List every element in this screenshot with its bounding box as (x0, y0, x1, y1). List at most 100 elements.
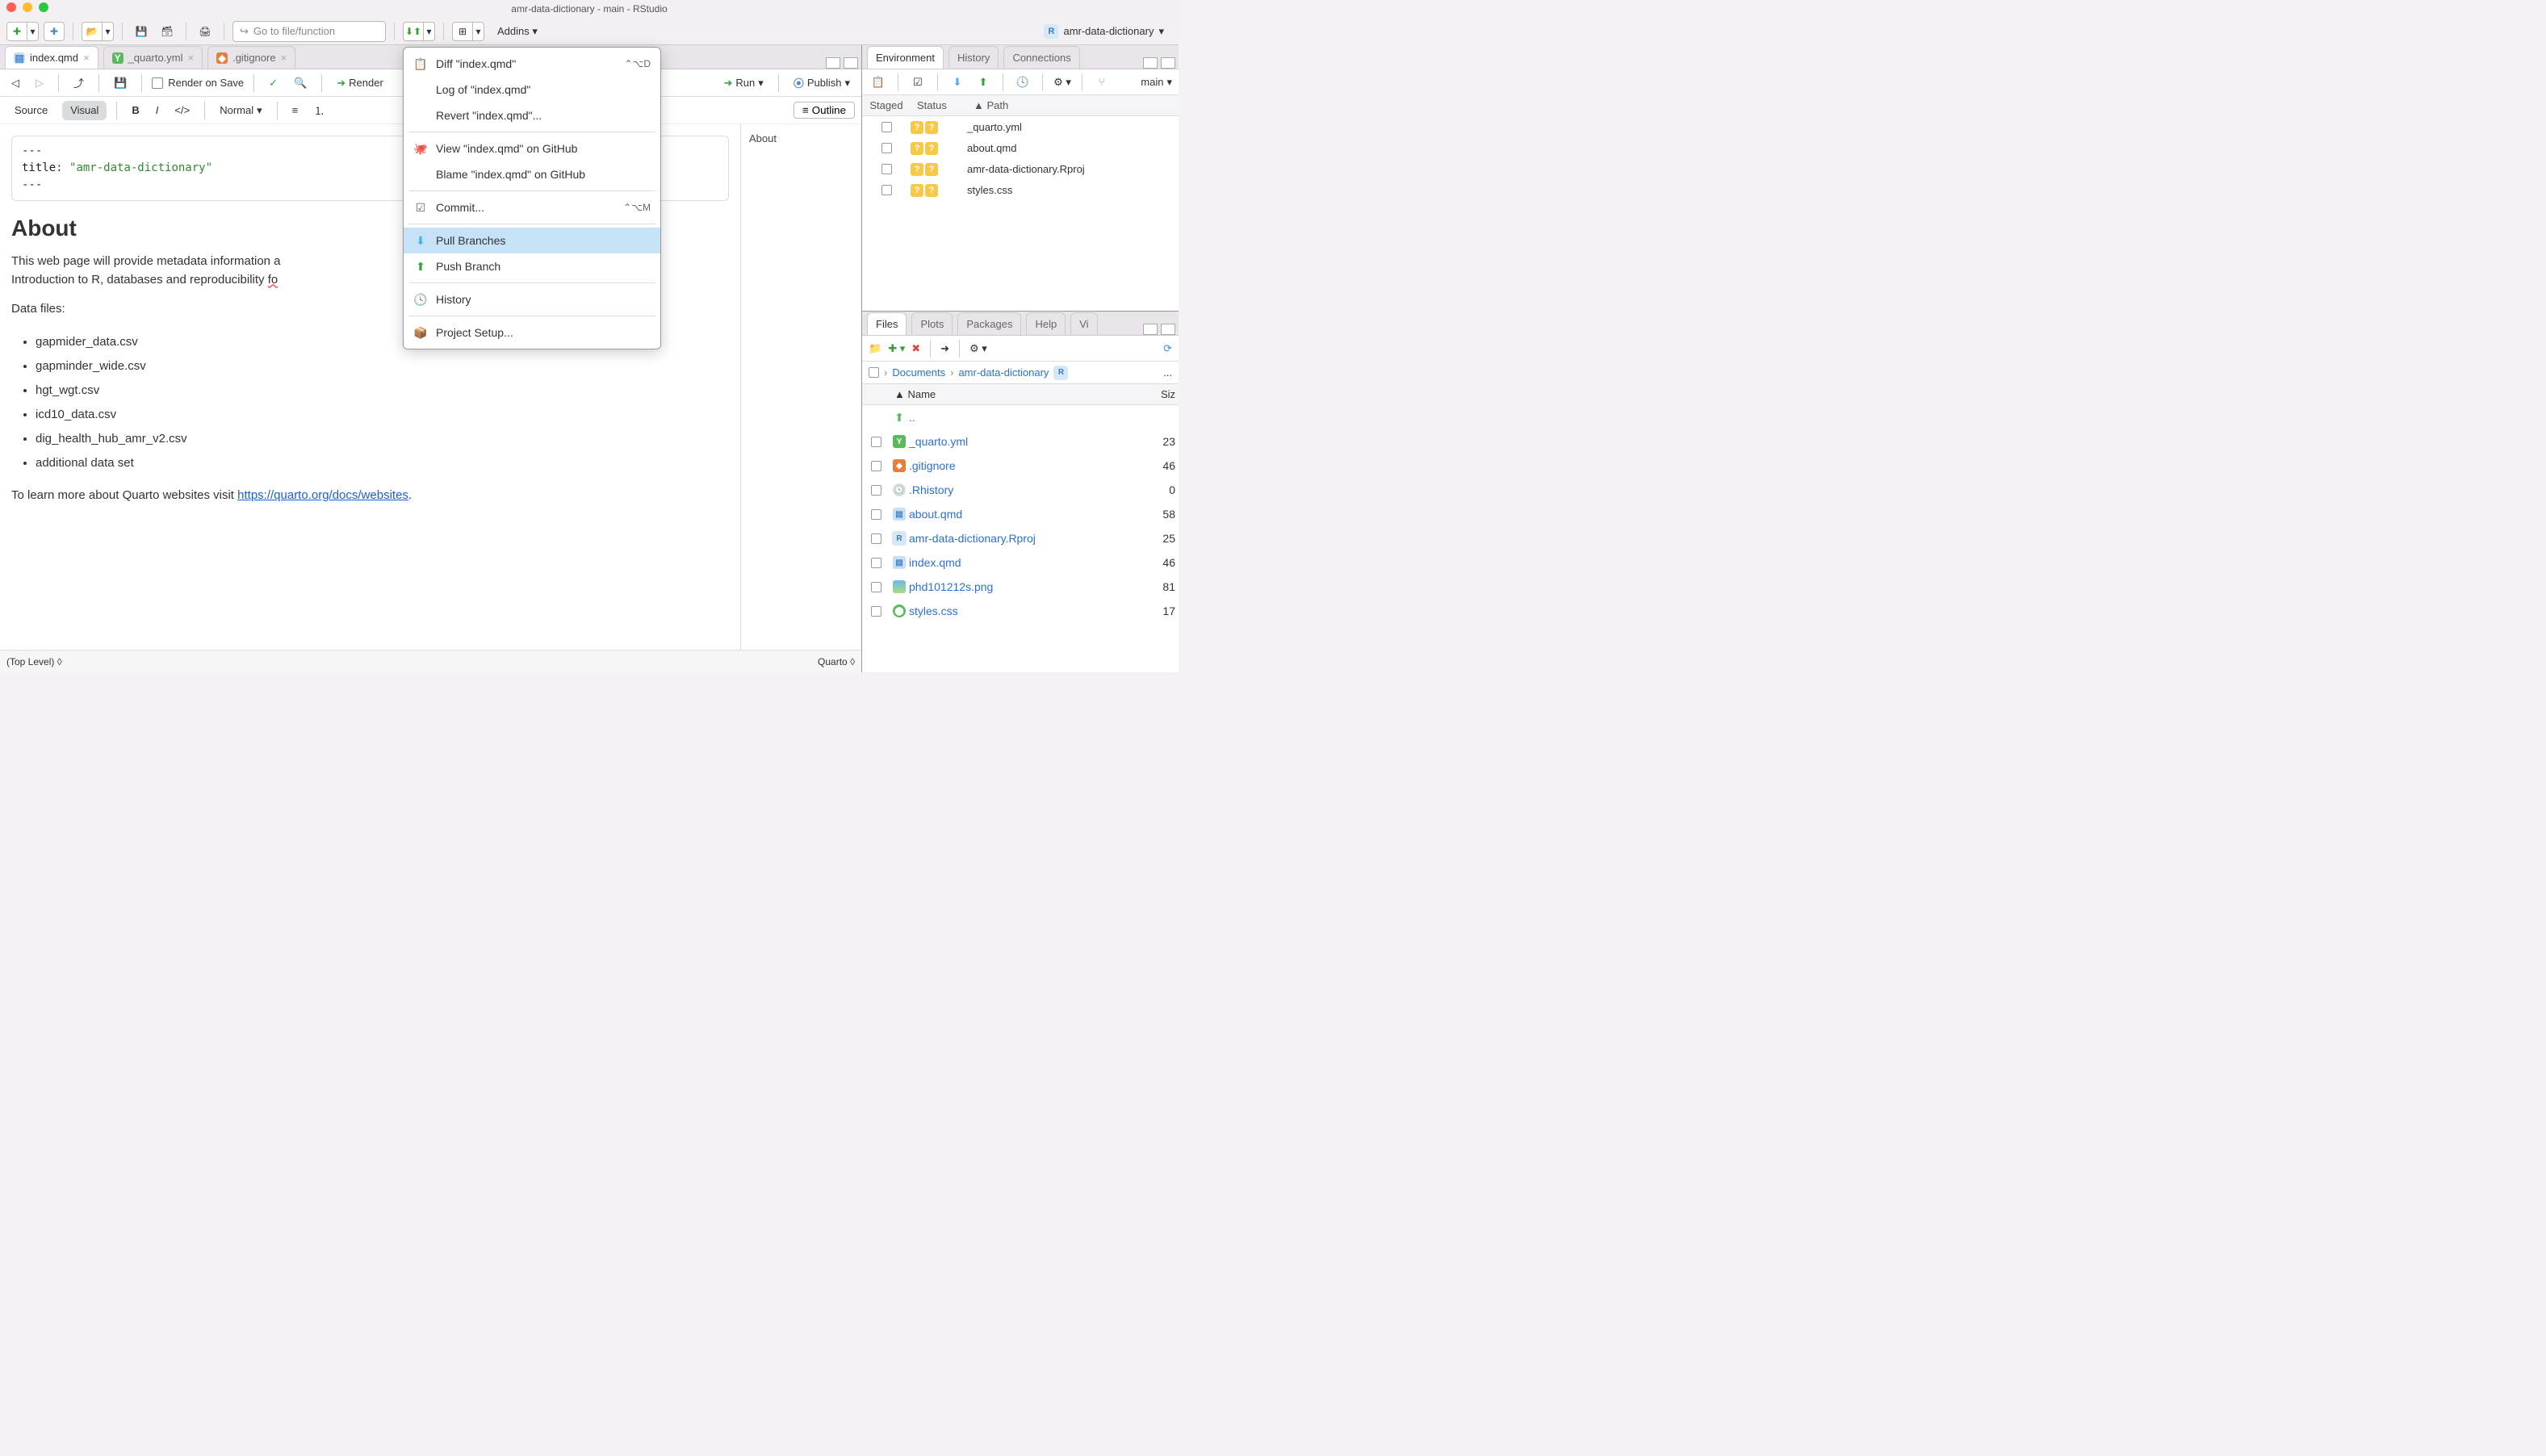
menu-commit[interactable]: ☑Commit...⌃⌥M (404, 195, 660, 220)
maximize-pane-button[interactable] (844, 57, 858, 69)
select-file-checkbox[interactable] (871, 606, 881, 617)
goto-file-function[interactable]: ↪ Go to file/function (232, 21, 386, 42)
tab-files[interactable]: Files (867, 312, 907, 335)
file-row[interactable]: ◆.gitignore46 (862, 454, 1179, 478)
back-button[interactable]: ◁ (6, 73, 24, 93)
minimize-pane-button[interactable] (1143, 57, 1158, 69)
breadcrumb-more[interactable]: ... (1163, 366, 1172, 379)
block-format-dropdown[interactable]: Normal ▾ (215, 101, 266, 120)
breadcrumb-documents[interactable]: Documents (892, 366, 945, 379)
stage-checkbox[interactable] (881, 164, 892, 174)
format-indicator[interactable]: Quarto ◊ (818, 656, 855, 667)
file-row[interactable]: Ramr-data-dictionary.Rproj25 (862, 526, 1179, 550)
render-on-save-checkbox[interactable]: Render on Save (152, 77, 244, 89)
more-git-button[interactable]: ⚙ ▾ (1053, 73, 1072, 91)
stage-checkbox[interactable] (881, 185, 892, 195)
menu-history[interactable]: 🕓History (404, 287, 660, 312)
select-file-checkbox[interactable] (871, 485, 881, 496)
push-button[interactable]: ⬆ (974, 73, 993, 91)
git-row[interactable]: ?? amr-data-dictionary.Rproj (862, 158, 1179, 179)
zoom-window-button[interactable] (39, 2, 48, 12)
new-file-dropdown[interactable]: ▾ (27, 22, 39, 41)
source-mode-button[interactable]: Source (6, 101, 56, 120)
history-button[interactable]: 🕓 (1013, 73, 1032, 91)
paragraph[interactable]: To learn more about Quarto websites visi… (11, 487, 729, 505)
panes-dropdown[interactable]: ▾ (473, 22, 484, 41)
file-row[interactable]: 🕓.Rhistory0 (862, 478, 1179, 502)
col-header-name[interactable]: ▲ Name (890, 388, 1146, 400)
git-button[interactable]: ⬇⬆ (403, 22, 424, 41)
save-button[interactable]: 💾 (131, 22, 152, 41)
save-all-button[interactable]: 🗃 (157, 22, 178, 41)
publish-button[interactable]: ⦿ Publish ▾ (789, 73, 855, 93)
menu-revert[interactable]: Revert "index.qmd"... (404, 103, 660, 128)
minimize-pane-button[interactable] (1143, 324, 1158, 335)
bullet-list-button[interactable]: ≡ (287, 101, 304, 120)
find-replace-button[interactable]: 🔍 (289, 73, 312, 93)
new-file-button[interactable]: ✚ (6, 22, 27, 41)
open-file-button[interactable]: 📂 (82, 22, 103, 41)
list-item[interactable]: icd10_data.csv (36, 403, 729, 427)
close-window-button[interactable] (6, 2, 16, 12)
spellcheck-button[interactable]: ✓ (264, 73, 283, 93)
data-files-list[interactable]: gapmider_data.csv gapminder_wide.csv hgt… (36, 330, 729, 475)
bold-button[interactable]: B (127, 101, 144, 120)
stage-checkbox[interactable] (881, 122, 892, 132)
git-dropdown[interactable]: ▾ (424, 22, 435, 41)
numbered-list-button[interactable]: ⒈ (309, 101, 329, 120)
menu-blame-github[interactable]: Blame "index.qmd" on GitHub (404, 161, 660, 187)
list-item[interactable]: additional data set (36, 451, 729, 475)
select-file-checkbox[interactable] (871, 558, 881, 568)
forward-button[interactable]: ▷ (31, 73, 48, 93)
list-item[interactable]: dig_health_hub_amr_v2.csv (36, 427, 729, 451)
close-tab-icon[interactable]: × (188, 52, 195, 64)
menu-project-setup[interactable]: 📦Project Setup... (404, 320, 660, 345)
file-row-up[interactable]: ⬆ .. (862, 405, 1179, 429)
minimize-window-button[interactable] (23, 2, 32, 12)
breadcrumb-project[interactable]: amr-data-dictionary (958, 366, 1049, 379)
col-header-size[interactable]: Siz (1146, 388, 1179, 400)
commit-button[interactable]: ☑ (908, 73, 928, 91)
rename-button[interactable]: ➜ (940, 342, 949, 355)
italic-button[interactable]: I (151, 101, 164, 120)
print-button[interactable]: 🖨 (195, 22, 216, 41)
menu-view-github[interactable]: 🐙View "index.qmd" on GitHub (404, 136, 660, 161)
branch-selector[interactable]: main ▾ (1141, 76, 1172, 89)
code-button[interactable]: </> (170, 101, 195, 120)
file-row[interactable]: phd101212s.png81 (862, 575, 1179, 599)
col-header-staged[interactable]: Staged (862, 99, 911, 111)
tab-plots[interactable]: Plots (911, 312, 953, 335)
close-tab-icon[interactable]: × (83, 52, 90, 64)
stage-checkbox[interactable] (881, 143, 892, 153)
tab-history[interactable]: History (948, 46, 999, 69)
list-item[interactable]: hgt_wgt.csv (36, 379, 729, 403)
diff-button[interactable]: 📋 (869, 73, 888, 91)
quarto-link[interactable]: https://quarto.org/docs/websites (237, 488, 408, 502)
addins-menu[interactable]: Addins ▾ (489, 25, 546, 38)
delete-button[interactable]: ✖ (911, 342, 920, 355)
select-file-checkbox[interactable] (871, 509, 881, 520)
more-files-button[interactable]: ⚙ ▾ (969, 342, 987, 355)
open-recent-dropdown[interactable]: ▾ (103, 22, 114, 41)
render-button[interactable]: ➜ Render (332, 73, 388, 93)
file-row[interactable]: ▤index.qmd46 (862, 550, 1179, 575)
menu-push-branch[interactable]: ⬆Push Branch (404, 253, 660, 279)
menu-diff[interactable]: 📋Diff "index.qmd"⌃⌥D (404, 51, 660, 77)
outline-toggle-button[interactable]: ≡ Outline (794, 102, 855, 119)
select-file-checkbox[interactable] (871, 461, 881, 471)
new-project-button[interactable]: ✚ (44, 22, 65, 41)
panes-button[interactable]: ⊞ (452, 22, 473, 41)
project-menu[interactable]: R amr-data-dictionary ▾ (1036, 24, 1172, 39)
minimize-pane-button[interactable] (826, 57, 840, 69)
pull-button[interactable]: ⬇ (948, 73, 967, 91)
outline-item-about[interactable]: About (749, 132, 853, 144)
tab-packages[interactable]: Packages (957, 312, 1021, 335)
tab-gitignore[interactable]: ◆ .gitignore × (207, 46, 295, 69)
select-all-checkbox[interactable] (869, 367, 879, 378)
tab-help[interactable]: Help (1026, 312, 1066, 335)
col-header-path[interactable]: ▲ Path (967, 99, 1179, 111)
run-button[interactable]: ➜ Run ▾ (719, 73, 768, 93)
new-folder-button[interactable]: 📁 (869, 342, 881, 355)
menu-pull-branches[interactable]: ⬇Pull Branches (404, 228, 660, 253)
visual-mode-button[interactable]: Visual (62, 101, 107, 120)
